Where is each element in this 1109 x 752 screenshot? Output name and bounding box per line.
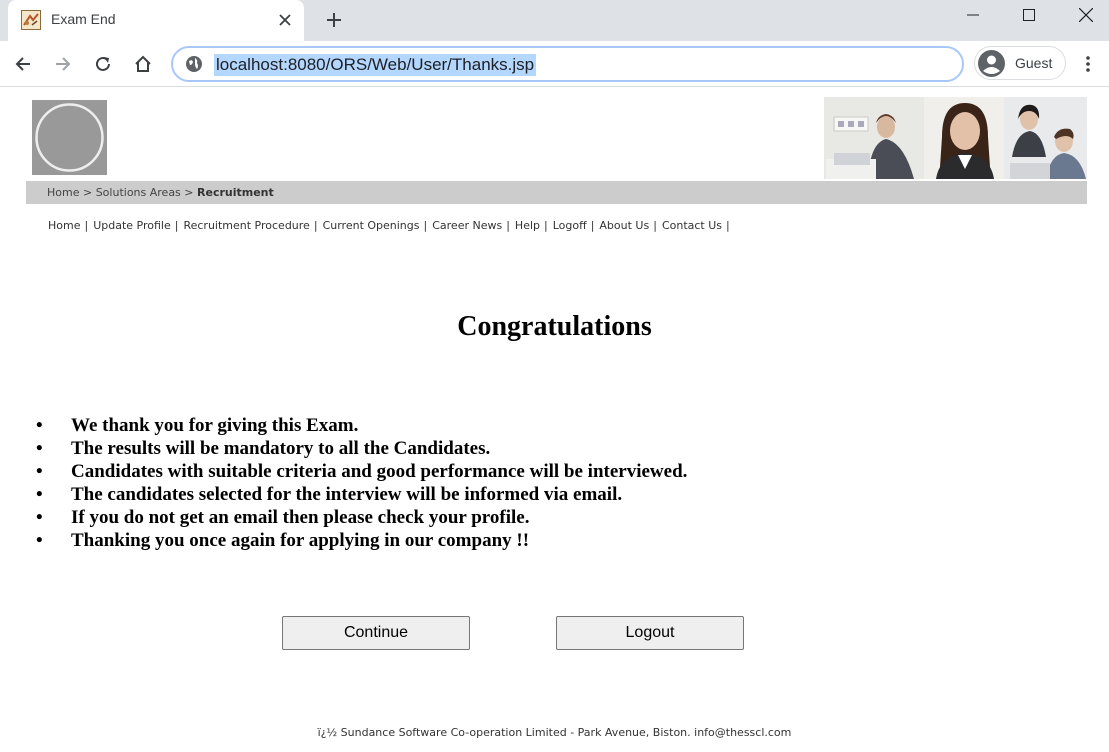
browser-menu-button[interactable] — [1076, 49, 1100, 79]
nav-separator: | — [544, 219, 548, 232]
nav-separator: | — [174, 219, 179, 232]
profile-name: Guest — [1015, 55, 1053, 71]
avatar-icon — [978, 50, 1005, 77]
address-bar[interactable]: localhost:8080/ORS/Web/User/Thanks.jsp — [171, 46, 964, 82]
breadcrumb-item-home[interactable]: Home — [47, 186, 79, 199]
logo-circle-icon — [35, 103, 104, 172]
list-item: Candidates with suitable criteria and go… — [36, 460, 687, 483]
tab-strip: Exam End — [0, 0, 1109, 41]
profile-button[interactable]: Guest — [974, 46, 1066, 80]
arrow-right-icon — [56, 57, 71, 71]
nav-separator: | — [84, 219, 89, 232]
top-nav: Home | Update Profile | Recruitment Procedur… — [48, 219, 735, 232]
nav-link-home[interactable]: Home — [48, 219, 80, 232]
home-icon — [135, 55, 151, 72]
people-banner-image — [824, 97, 1087, 179]
breadcrumb-current: Recruitment — [197, 186, 274, 199]
tab-close-icon[interactable] — [274, 9, 296, 31]
tab-title: Exam End — [51, 11, 116, 27]
globe-icon — [186, 56, 202, 72]
breadcrumb-item-solutions-areas[interactable]: Solutions Areas — [96, 186, 181, 199]
nav-separator: | — [726, 219, 730, 232]
breadcrumb-bar: Home > Solutions Areas > Recruitment — [26, 181, 1087, 204]
nav-separator: | — [590, 219, 595, 232]
breadcrumb-separator: > — [184, 186, 194, 199]
reload-icon — [96, 56, 110, 71]
nav-link-contact-us[interactable]: Contact Us — [662, 219, 722, 232]
nav-separator: | — [653, 219, 657, 232]
browser-toolbar: localhost:8080/ORS/Web/User/Thanks.jsp G… — [0, 41, 1109, 87]
nav-link-update-profile[interactable]: Update Profile — [93, 219, 171, 232]
site-logo — [32, 100, 107, 175]
thank-you-list: We thank you for giving this Exam. The r… — [36, 414, 687, 552]
nav-link-logoff[interactable]: Logoff — [553, 219, 587, 232]
list-item: We thank you for giving this Exam. — [36, 414, 687, 437]
nav-link-career-news[interactable]: Career News — [432, 219, 502, 232]
list-item: If you do not get an email then please c… — [36, 506, 687, 529]
home-button[interactable] — [128, 49, 158, 79]
breadcrumb-separator: > — [82, 186, 93, 199]
back-button[interactable] — [8, 49, 38, 79]
kebab-menu-icon — [1086, 56, 1090, 72]
minimize-window-button[interactable] — [950, 0, 996, 30]
nav-link-recruitment-procedure[interactable]: Recruitment Procedure — [183, 219, 309, 232]
page-title: Congratulations — [457, 311, 652, 342]
nav-link-about-us[interactable]: About Us — [599, 219, 649, 232]
nav-link-help[interactable]: Help — [515, 219, 540, 232]
header-banner-image — [824, 97, 1087, 179]
nav-separator: | — [313, 219, 318, 232]
continue-button[interactable]: Continue — [282, 616, 470, 650]
nav-separator: | — [423, 219, 428, 232]
list-item: Thanking you once again for applying in … — [36, 529, 687, 552]
footer-text: ï¿½ Sundance Software Co-operation Limit… — [317, 726, 792, 739]
reload-button[interactable] — [88, 49, 118, 79]
maximize-window-button[interactable] — [1006, 0, 1052, 30]
site-favicon-icon — [21, 10, 41, 30]
list-item: The candidates selected for the intervie… — [36, 483, 687, 506]
forward-button[interactable] — [48, 49, 78, 79]
breadcrumb: Home > Solutions Areas > Recruitment — [47, 186, 274, 199]
logout-button[interactable]: Logout — [556, 616, 744, 650]
browser-tab[interactable]: Exam End — [8, 0, 304, 41]
list-item: The results will be mandatory to all the… — [36, 437, 687, 460]
nav-link-current-openings[interactable]: Current Openings — [323, 219, 420, 232]
arrow-left-icon — [15, 57, 30, 71]
new-tab-button[interactable] — [320, 6, 348, 34]
url-text[interactable]: localhost:8080/ORS/Web/User/Thanks.jsp — [214, 54, 537, 76]
close-window-button[interactable] — [1063, 0, 1109, 30]
nav-separator: | — [506, 219, 510, 232]
